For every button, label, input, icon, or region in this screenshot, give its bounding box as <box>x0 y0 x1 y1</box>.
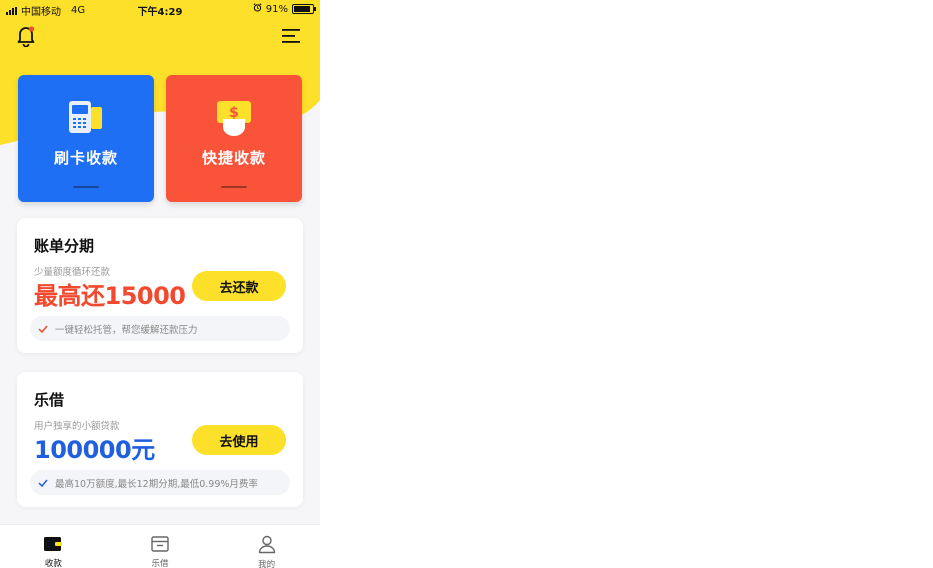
card-title: 账单分期 <box>34 237 95 255</box>
card-title: 乐借 <box>34 391 65 409</box>
card-amount: 100000元 <box>34 436 155 464</box>
tab-lejie[interactable]: 乐借 <box>107 525 214 568</box>
card-tip: 最高10万额度,最长12期分期,最低0.99%月费率 <box>30 470 290 495</box>
user-icon <box>257 534 277 554</box>
wallet-icon <box>43 534 63 553</box>
tab-label: 收款 <box>44 559 62 568</box>
lejie-loan-card: 乐借 用户独享的小额贷款 100000元 去使用 最高10万额度,最长12期分期… <box>17 372 303 507</box>
alarm-icon <box>253 3 262 15</box>
tab-label: 我的 <box>258 560 276 568</box>
tab-mine[interactable]: 我的 <box>213 525 320 568</box>
swipe-card-payment-button[interactable]: 刷卡收款 <box>18 75 154 202</box>
action-label: 快捷收款 <box>201 149 266 167</box>
card-amount: 最高还15000 <box>34 282 186 310</box>
battery-percent: 91% <box>265 3 288 15</box>
box-icon <box>150 534 170 553</box>
action-label: 刷卡收款 <box>53 149 118 167</box>
action-underline <box>221 186 247 188</box>
use-button[interactable]: 去使用 <box>192 425 286 455</box>
bell-icon <box>16 26 36 51</box>
quick-payment-button[interactable]: $ 快捷收款 <box>166 75 302 202</box>
repay-button[interactable]: 去还款 <box>192 271 286 301</box>
check-icon <box>38 325 48 333</box>
card-reader-icon <box>67 97 105 137</box>
menu-icon <box>281 29 301 49</box>
action-underline <box>73 186 99 188</box>
phone-screen: 中国移动 4G 下午4:29 91% 刷卡收款 $ 快捷收款 账单分期 少量额度… <box>0 0 320 568</box>
bottom-tab-bar: 收款 乐借 我的 <box>0 524 320 568</box>
tip-text: 最高10万额度,最长12期分期,最低0.99%月费率 <box>55 478 258 490</box>
quick-pay-icon: $ <box>215 97 253 137</box>
svg-text:$: $ <box>229 105 239 121</box>
tab-label: 乐借 <box>151 559 169 568</box>
notification-bell-button[interactable] <box>16 25 36 51</box>
battery-icon <box>292 4 316 14</box>
card-tip: 一键轻松托管，帮您缓解还款压力 <box>30 316 290 341</box>
tab-collect[interactable]: 收款 <box>0 525 107 568</box>
check-icon <box>38 479 48 487</box>
bill-installment-card: 账单分期 少量额度循环还款 最高还15000 去还款 一键轻松托管，帮您缓解还款… <box>17 218 303 353</box>
tip-text: 一键轻松托管，帮您缓解还款压力 <box>55 324 198 336</box>
menu-button[interactable] <box>281 27 301 49</box>
status-bar: 中国移动 4G 下午4:29 91% <box>0 0 320 18</box>
